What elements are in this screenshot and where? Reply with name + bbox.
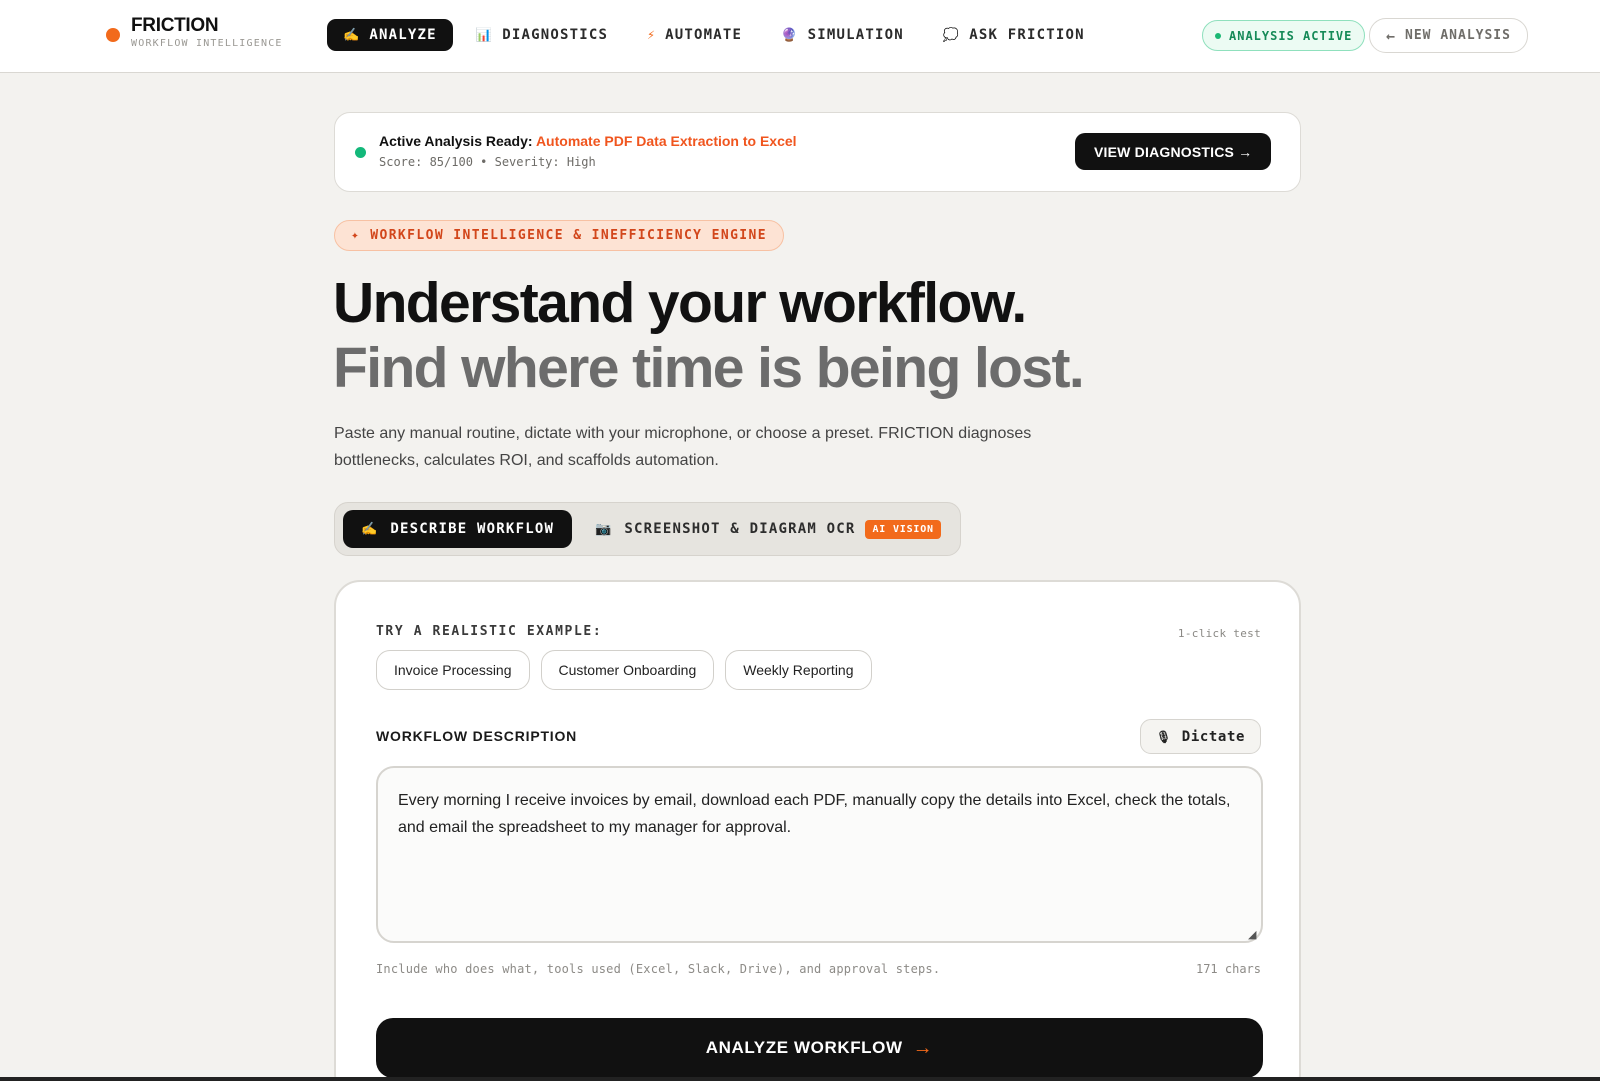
brand-tagline: WORKFLOW INTELLIGENCE — [131, 38, 283, 49]
microphone-icon: 🎙 — [1155, 729, 1172, 744]
dictate-button[interactable]: 🎙 Dictate — [1139, 719, 1261, 754]
main-nav-tabs: ✍️ ANALYZE 📊 DIAGNOSTICS ⚡ AUTOMATE 🔮 SI… — [327, 19, 1108, 51]
writing-hand-icon: ✍️ — [361, 521, 379, 537]
dictate-label: Dictate — [1181, 728, 1245, 745]
preset-invoice-processing[interactable]: Invoice Processing — [376, 650, 530, 690]
example-presets: Invoice Processing Customer Onboarding W… — [376, 650, 883, 690]
tab-ask-friction-label: ASK FRICTION — [969, 27, 1085, 43]
arrow-right-icon: → — [912, 1036, 934, 1059]
tab-diagnostics[interactable]: 📊 DIAGNOSTICS — [460, 19, 624, 51]
arrow-left-icon: ← — [1386, 26, 1397, 45]
examples-hint: 1-click test — [1177, 627, 1261, 640]
analysis-status-badge: ANALYSIS ACTIVE — [1202, 20, 1366, 51]
screenshot-ocr-label: SCREENSHOT & DIAGRAM OCR — [624, 521, 856, 537]
banner-prefix: Active Analysis Ready: — [379, 133, 533, 149]
examples-label: TRY A REALISTIC EXAMPLE: — [376, 624, 603, 639]
preset-weekly-reporting[interactable]: Weekly Reporting — [725, 650, 872, 690]
workflow-description-label: WORKFLOW DESCRIPTION — [376, 728, 578, 744]
engine-badge-label: WORKFLOW INTELLIGENCE & INEFFICIENCY ENG… — [370, 228, 767, 243]
tab-ask-friction[interactable]: 💭 ASK FRICTION — [927, 19, 1101, 51]
tab-automate[interactable]: ⚡ AUTOMATE — [631, 19, 758, 51]
describe-workflow-tab[interactable]: ✍️ DESCRIBE WORKFLOW — [343, 510, 573, 548]
ready-status-icon — [355, 147, 366, 158]
tab-simulation-label: SIMULATION — [807, 27, 904, 43]
screenshot-ocr-tab[interactable]: 📷 SCREENSHOT & DIAGRAM OCR AI VISION — [595, 510, 941, 548]
analyze-workflow-button[interactable]: ANALYZE WORKFLOW → — [376, 1018, 1263, 1078]
brand-logo[interactable]: FRICTION WORKFLOW INTELLIGENCE — [106, 16, 283, 49]
preset-customer-onboarding[interactable]: Customer Onboarding — [540, 650, 715, 690]
workflow-input-card: TRY A REALISTIC EXAMPLE: 1-click test In… — [334, 580, 1301, 1081]
writing-hand-icon: ✍️ — [343, 27, 361, 43]
bar-chart-icon: 📊 — [475, 27, 494, 43]
resize-handle-icon[interactable]: ◢ — [1248, 928, 1256, 941]
ai-vision-badge: AI VISION — [865, 519, 941, 539]
tab-simulation[interactable]: 🔮 SIMULATION — [765, 19, 920, 51]
camera-icon: 📷 — [595, 521, 613, 537]
workflow-description-input[interactable] — [376, 766, 1263, 943]
character-count: 171 chars — [1195, 962, 1261, 976]
banner-meta: Score: 85/100 • Severity: High — [379, 155, 596, 169]
tab-diagnostics-label: DIAGNOSTICS — [502, 27, 609, 43]
analysis-status-label: ANALYSIS ACTIVE — [1229, 28, 1353, 43]
engine-badge: ✦ WORKFLOW INTELLIGENCE & INEFFICIENCY E… — [334, 220, 784, 251]
active-analysis-banner: Active Analysis Ready: Automate PDF Data… — [334, 112, 1301, 192]
banner-heading: Active Analysis Ready: Automate PDF Data… — [379, 133, 797, 149]
tab-analyze-label: ANALYZE — [369, 27, 437, 43]
tab-analyze[interactable]: ✍️ ANALYZE — [327, 19, 453, 51]
banner-analysis-title[interactable]: Automate PDF Data Extraction to Excel — [536, 133, 797, 149]
brand-name: FRICTION — [131, 15, 219, 36]
hero-title-line2: Find where time is being lost. — [333, 336, 1085, 400]
hero-title-line1: Understand your workflow. — [333, 271, 1027, 335]
new-analysis-button[interactable]: ← NEW ANALYSIS — [1369, 18, 1528, 53]
status-dot-icon — [1215, 32, 1221, 39]
input-mode-switch: ✍️ DESCRIBE WORKFLOW 📷 SCREENSHOT & DIAG… — [334, 502, 961, 556]
brand-dot-icon — [106, 27, 120, 42]
hero-description: Paste any manual routine, dictate with y… — [334, 425, 1032, 469]
top-navigation: FRICTION WORKFLOW INTELLIGENCE ✍️ ANALYZ… — [0, 0, 1600, 73]
crystal-ball-icon: 🔮 — [781, 27, 799, 43]
new-analysis-label: NEW ANALYSIS — [1405, 28, 1511, 43]
thought-bubble-icon: 💭 — [942, 27, 961, 43]
lightning-icon: ⚡ — [647, 27, 657, 43]
describe-workflow-label: DESCRIBE WORKFLOW — [390, 521, 555, 537]
tab-automate-label: AUTOMATE — [665, 27, 743, 43]
analyze-workflow-label: ANALYZE WORKFLOW — [705, 1038, 903, 1057]
workflow-helper-text: Include who does what, tools used (Excel… — [376, 962, 941, 976]
sparkle-icon: ✦ — [351, 228, 361, 243]
view-diagnostics-button[interactable]: VIEW DIAGNOSTICS → — [1075, 133, 1272, 170]
window-bottom-edge — [0, 1077, 1600, 1081]
